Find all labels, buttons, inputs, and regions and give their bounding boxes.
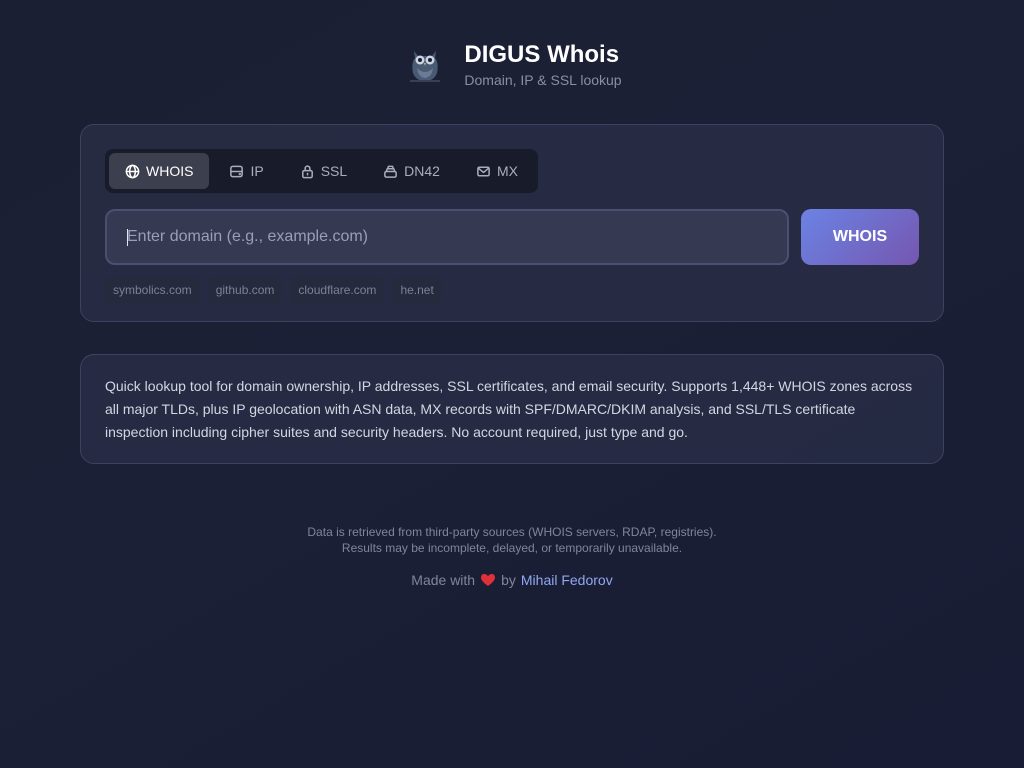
text-caret — [127, 229, 128, 246]
domain-search-input[interactable] — [105, 209, 789, 265]
owl-icon — [402, 41, 448, 87]
by-text: by — [501, 572, 516, 588]
tab-label: IP — [250, 163, 264, 179]
made-with-text: Made with — [411, 572, 476, 588]
tab-mx[interactable]: MX — [460, 153, 534, 189]
tab-label: MX — [496, 163, 518, 179]
info-description: Quick lookup tool for domain ownership, … — [105, 378, 913, 440]
tab-label: WHOIS — [146, 163, 194, 179]
example-domain-chip[interactable]: symbolics.com — [105, 277, 200, 303]
lookup-tabs: WHOIS IP SSL DN42 MX — [105, 149, 538, 193]
disclaimer-line-1: Data is retrieved from third-party sourc… — [307, 525, 717, 539]
tab-dn42[interactable]: DN42 — [367, 153, 456, 189]
server-icon — [230, 165, 244, 177]
whois-submit-button[interactable]: WHOIS — [801, 209, 919, 265]
brand: DIGUS Whois Domain, IP & SSL lookup — [464, 40, 621, 88]
globe-icon — [125, 164, 140, 178]
app-subtitle: Domain, IP & SSL lookup — [464, 72, 622, 88]
credits: Made with by Mihail Fedorov — [0, 572, 1024, 588]
footer: Data is retrieved from third-party sourc… — [0, 524, 1024, 588]
stack-icon — [384, 165, 398, 178]
lock-icon — [301, 164, 313, 178]
search-card: WHOIS IP SSL DN42 MX WH — [80, 124, 944, 322]
example-domains: symbolics.com github.com cloudflare.com … — [105, 277, 919, 303]
example-domain-chip[interactable]: github.com — [207, 277, 283, 303]
mail-icon — [477, 166, 490, 176]
tab-whois[interactable]: WHOIS — [109, 153, 210, 189]
heart-icon — [481, 574, 496, 586]
example-domain-chip[interactable]: cloudflare.com — [290, 277, 385, 303]
tab-ip[interactable]: IP — [213, 153, 279, 189]
author-link[interactable]: Mihail Fedorov — [521, 572, 613, 588]
app-title: DIGUS Whois — [464, 41, 620, 68]
example-domain-chip[interactable]: he.net — [392, 277, 442, 303]
search-row: WHOIS — [105, 209, 919, 265]
info-card: Quick lookup tool for domain ownership, … — [80, 354, 944, 464]
disclaimer-line-2: Results may be incomplete, delayed, or t… — [341, 541, 683, 555]
tab-label: SSL — [320, 163, 348, 179]
site-header: DIGUS Whois Domain, IP & SSL lookup — [0, 40, 1024, 88]
tab-ssl[interactable]: SSL — [284, 153, 363, 189]
tab-label: DN42 — [404, 163, 440, 179]
